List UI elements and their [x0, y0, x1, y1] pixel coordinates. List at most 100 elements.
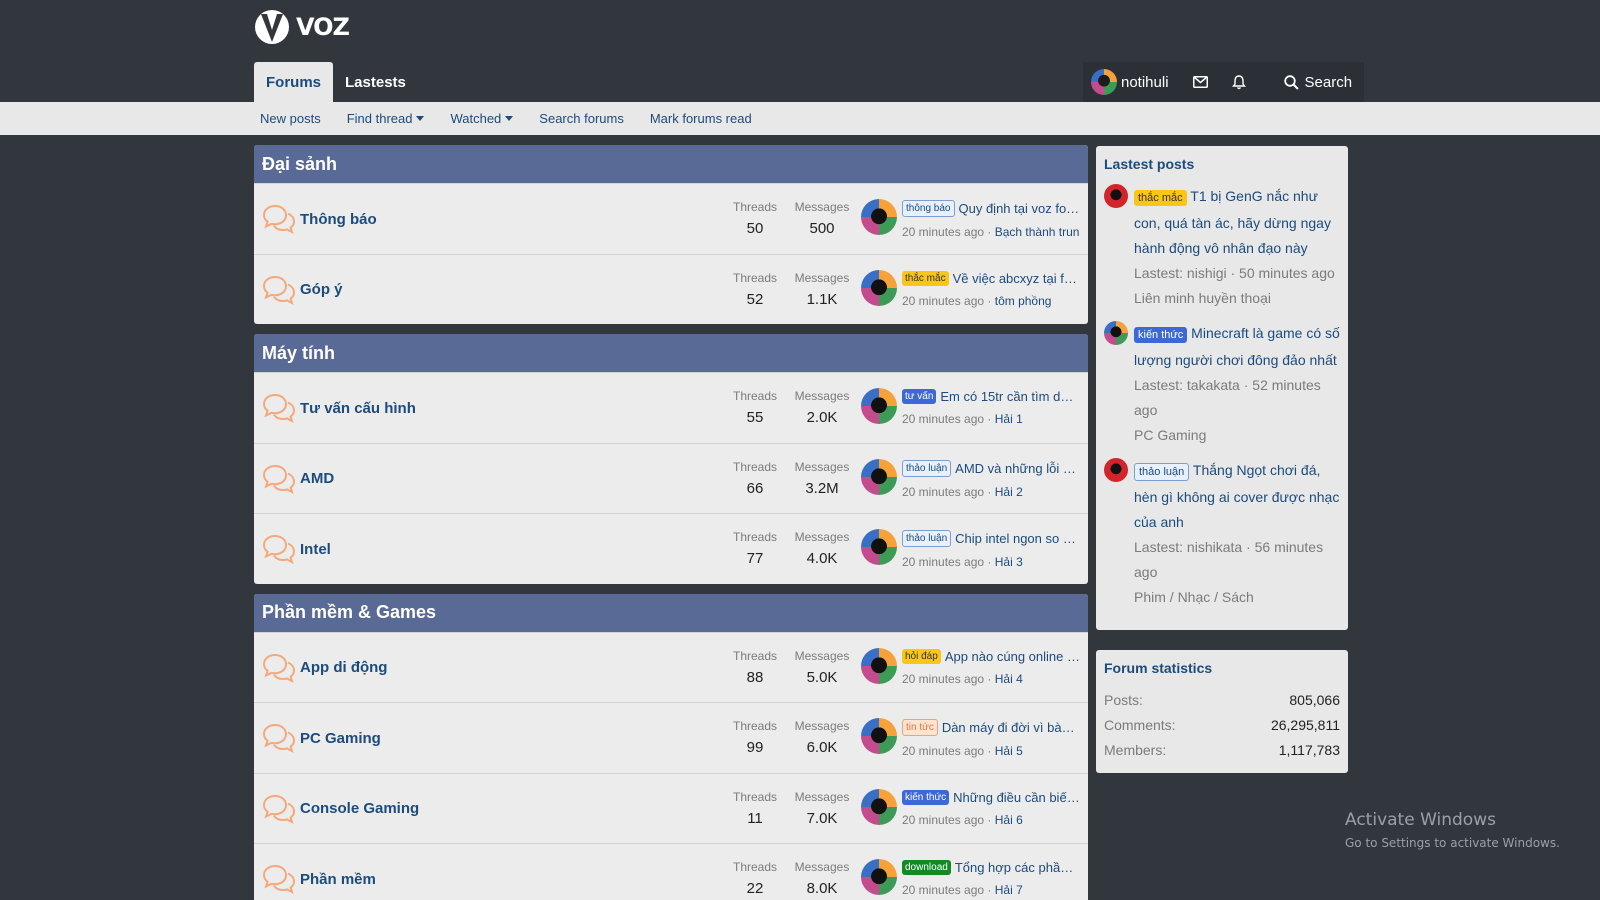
latest-post-forum-link[interactable]: Liên minh huyền thoại: [1134, 286, 1340, 311]
thread-prefix-badge[interactable]: thắc mắc: [1134, 190, 1187, 206]
latest-thread: download Tổng hợp các phần mềm 20 minutes …: [902, 860, 1080, 897]
latest-thread-author[interactable]: Bạch thành trung: [995, 225, 1080, 239]
stat-label: Comments:: [1104, 717, 1176, 733]
latest-thread-link[interactable]: App nào cúng online được: [945, 649, 1080, 664]
forum-category: Phần mềm & Games App di động Threads 88 Mess…: [254, 593, 1088, 900]
latest-thread-link[interactable]: Tổng hợp các phần mềm: [955, 860, 1080, 875]
avatar[interactable]: [861, 458, 897, 495]
forum-category: Đại sảnh Thông báo Threads 50 Messages 500 thô…: [254, 145, 1088, 324]
latest-thread-link[interactable]: AMD và những lỗi cũ của: [955, 461, 1080, 476]
forum-title-link[interactable]: Góp ý: [300, 255, 343, 325]
latest-thread-meta: 20 minutes ago · Hải 4: [902, 672, 1080, 686]
search-button[interactable]: Search: [1271, 62, 1365, 102]
avatar[interactable]: [1104, 458, 1128, 482]
latest-thread-link[interactable]: Chip intel ngon so với amd: [955, 531, 1080, 546]
avatar[interactable]: [1104, 321, 1128, 345]
avatar[interactable]: [861, 718, 897, 754]
threads-count: 77: [746, 550, 764, 567]
messages-count: 2.0K: [806, 409, 838, 426]
forum-title-link[interactable]: Phần mềm: [300, 844, 376, 900]
avatar[interactable]: [861, 788, 897, 825]
latest-thread-link[interactable]: Em có 15tr cần tìm dàn pc: [940, 389, 1080, 404]
latest-thread-author[interactable]: Hải 1: [995, 412, 1023, 426]
thread-prefix-badge[interactable]: tư vấn: [902, 389, 937, 404]
latest-thread-author[interactable]: tôm phồng: [995, 294, 1052, 308]
latest-thread-meta: 20 minutes ago · Hải 2: [902, 485, 1080, 499]
forum-title-link[interactable]: PC Gaming: [300, 703, 381, 773]
latest-thread-author[interactable]: Hải 7: [995, 883, 1023, 897]
thread-prefix-badge[interactable]: thông báo: [902, 200, 955, 217]
avatar[interactable]: [861, 199, 897, 235]
search-label: Search: [1304, 73, 1353, 91]
latest-thread-time: 20 minutes ago: [902, 555, 985, 569]
new-posts-link[interactable]: New posts: [254, 111, 327, 126]
watched-menu[interactable]: Watched: [444, 111, 519, 126]
category-title[interactable]: Phần mềm & Games: [254, 593, 1088, 632]
latest-post-forum-link[interactable]: Phim / Nhạc / Sách: [1134, 585, 1340, 610]
thread-prefix-badge[interactable]: thắc mắc: [902, 270, 949, 286]
latest-thread-link[interactable]: Dàn máy đi đời vì bàn làm: [942, 720, 1080, 735]
search-forums-link[interactable]: Search forums: [533, 111, 630, 126]
forum-title-link[interactable]: Intel: [300, 514, 331, 584]
latest-thread-author[interactable]: Hải 5: [995, 744, 1023, 758]
thread-prefix-badge[interactable]: tin tức: [902, 719, 938, 736]
thread-prefix-badge[interactable]: kiến thức: [1134, 327, 1188, 343]
avatar[interactable]: [1104, 184, 1128, 208]
tab-forums[interactable]: Forums: [254, 62, 334, 103]
forum-list: Đại sảnh Thông báo Threads 50 Messages 500 thô…: [254, 145, 1088, 900]
threads-count: 88: [746, 668, 764, 686]
messages-label: Messages: [794, 789, 850, 804]
latest-thread-author[interactable]: Hải 2: [995, 485, 1023, 499]
category-title[interactable]: Máy tính: [254, 334, 1088, 372]
forum-statistics-title: Forum statistics: [1104, 660, 1213, 676]
avatar[interactable]: [861, 647, 897, 684]
meta-separator: ·: [984, 671, 995, 686]
thread-prefix-badge[interactable]: download: [902, 860, 951, 875]
latest-thread-title-row: thảo luậnChip intel ngon so với amd: [902, 530, 1080, 547]
stat-value: 1,117,783: [1278, 742, 1340, 758]
avatar[interactable]: [861, 529, 897, 565]
threads-stat: Threads 52: [732, 271, 778, 308]
forum-title-link[interactable]: Console Gaming: [300, 774, 419, 844]
latest-thread-link[interactable]: Quy định tại voz forum: [959, 201, 1081, 216]
thread-prefix-badge[interactable]: hỏi đáp: [902, 648, 941, 664]
forum-title-link[interactable]: App di động: [300, 633, 387, 703]
thread-prefix-badge[interactable]: thảo luận: [902, 459, 952, 477]
inbox-button[interactable]: [1181, 62, 1220, 102]
mark-forums-read-link[interactable]: Mark forums read: [644, 111, 758, 126]
tab-lastests[interactable]: Lastests: [333, 62, 418, 103]
alerts-button[interactable]: [1220, 62, 1258, 102]
latest-thread-author[interactable]: Hải 3: [995, 555, 1023, 569]
watermark-line1: Activate Windows: [1345, 810, 1496, 830]
forum-title-link[interactable]: Tư vấn cấu hình: [300, 373, 416, 443]
latest-thread-time: 20 minutes ago: [902, 293, 985, 308]
thread-prefix-badge[interactable]: thảo luận: [1134, 463, 1190, 481]
find-thread-menu[interactable]: Find thread: [341, 111, 431, 126]
thread-prefix-badge[interactable]: kiến thức: [902, 789, 950, 805]
latest-thread: thông báo Quy định tại voz forum 20 minute…: [902, 200, 1080, 239]
latest-thread: tin tức Dàn máy đi đời vì bàn làm 20 minut…: [902, 719, 1080, 758]
thread-prefix-badge[interactable]: thảo luận: [902, 530, 952, 547]
user-menu[interactable]: notihuli: [1083, 62, 1181, 102]
avatar: [1091, 69, 1117, 95]
latest-post-forum-link[interactable]: PC Gaming: [1134, 423, 1340, 448]
site-logo[interactable]: VOZ: [254, 6, 350, 48]
forum-title-link[interactable]: Thông báo: [300, 184, 377, 254]
avatar[interactable]: [861, 388, 897, 424]
latest-post-meta: Lastest: nishigi · 50 minutes ago: [1134, 265, 1335, 281]
latest-thread-title-row: thắc mắc Về việc abcxyz tại forum: [902, 270, 1080, 286]
latest-thread-author[interactable]: Hải 6: [995, 813, 1023, 827]
stat-label: Members:: [1104, 742, 1167, 758]
forum-title-link[interactable]: AMD: [300, 444, 334, 514]
latest-thread-title-row: thảo luậnAMD và những lỗi cũ của: [902, 459, 1080, 477]
category-title[interactable]: Đại sảnh: [254, 145, 1088, 183]
latest-thread-time: 20 minutes ago: [902, 812, 985, 827]
avatar[interactable]: [861, 859, 897, 895]
latest-thread-link[interactable]: Về việc abcxyz tại forum: [953, 271, 1080, 286]
latest-thread-link[interactable]: Những điều cần biết khi: [953, 790, 1080, 805]
forum-node: AMD Threads 66 Messages 3.2M thảo luận AMD và …: [254, 442, 1088, 514]
latest-thread-author[interactable]: Hải 4: [995, 672, 1023, 686]
search-icon: [1283, 74, 1299, 90]
avatar[interactable]: [861, 269, 897, 306]
latest-posts-title[interactable]: Lastest posts: [1104, 156, 1340, 184]
